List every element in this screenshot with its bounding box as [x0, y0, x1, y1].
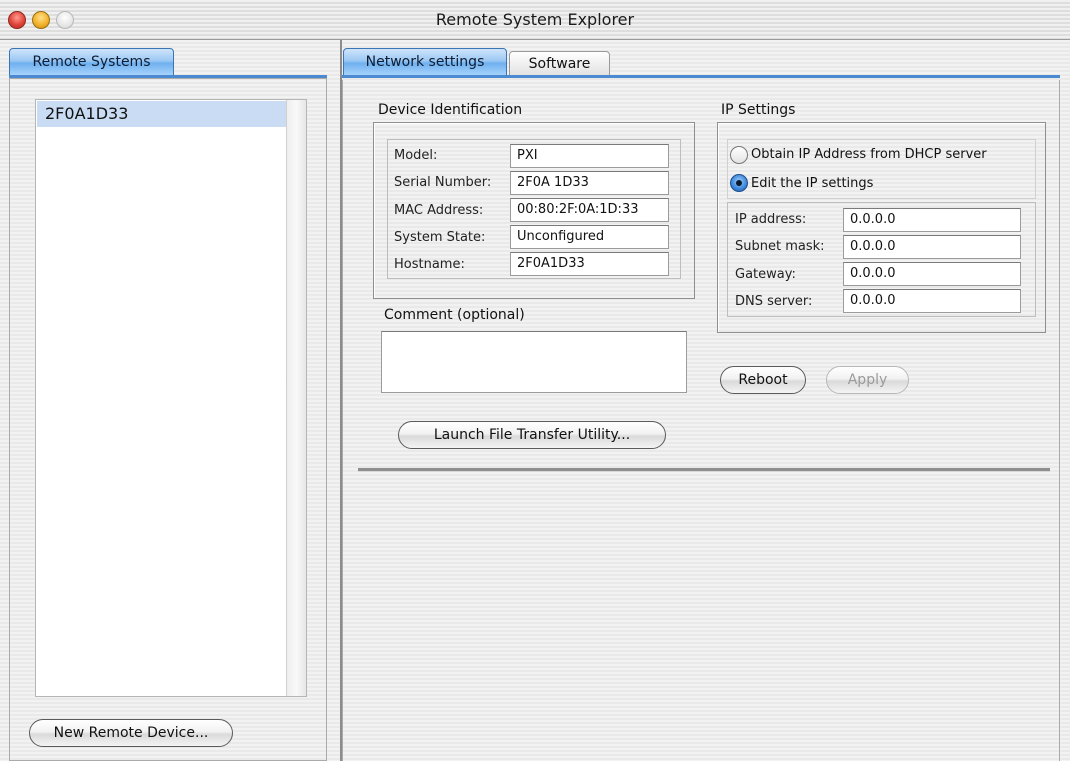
model-field[interactable]: PXI — [510, 144, 669, 168]
system-state-field[interactable]: Unconfigured — [510, 225, 669, 249]
gateway-label: Gateway: — [735, 267, 796, 282]
dns-server-label: DNS server: — [735, 294, 813, 309]
dns-server-field[interactable]: 0.0.0.0 — [843, 289, 1021, 313]
new-remote-device-button[interactable]: New Remote Device... — [29, 719, 233, 747]
tab-network-settings[interactable]: Network settings — [343, 48, 507, 76]
list-scrollbar[interactable] — [286, 100, 306, 696]
gateway-field[interactable]: 0.0.0.0 — [843, 262, 1021, 286]
comment-field[interactable] — [381, 331, 687, 393]
apply-button[interactable]: Apply — [826, 366, 909, 394]
right-tab-underline — [342, 75, 1060, 78]
dhcp-radio-label[interactable]: Obtain IP Address from DHCP server — [751, 147, 987, 162]
comment-label: Comment (optional) — [384, 307, 525, 323]
tab-remote-systems[interactable]: Remote Systems — [9, 48, 174, 76]
model-label: Model: — [394, 148, 438, 163]
hostname-field[interactable]: 2F0A1D33 — [510, 252, 669, 276]
serial-number-field[interactable]: 2F0A 1D33 — [510, 171, 669, 195]
subnet-mask-field[interactable]: 0.0.0.0 — [843, 235, 1021, 259]
content-separator — [358, 468, 1050, 472]
remote-systems-list[interactable]: 2F0A1D33 — [35, 99, 307, 697]
ip-settings-title: IP Settings — [721, 102, 796, 118]
system-state-label: System State: — [394, 230, 486, 245]
tab-software[interactable]: Software — [509, 51, 610, 76]
ip-address-label: IP address: — [735, 212, 807, 227]
ip-address-field[interactable]: 0.0.0.0 — [843, 208, 1021, 232]
mac-address-label: MAC Address: — [394, 203, 484, 218]
hostname-label: Hostname: — [394, 257, 465, 272]
device-identification-title: Device Identification — [378, 102, 523, 118]
list-item-remote-system[interactable]: 2F0A1D33 — [37, 101, 288, 127]
reboot-button[interactable]: Reboot — [720, 366, 806, 394]
mac-address-field[interactable]: 00:80:2F:0A:1D:33 — [510, 198, 669, 222]
manual-ip-radio[interactable] — [730, 174, 748, 192]
serial-number-label: Serial Number: — [394, 175, 492, 190]
window-title-bar: Remote System Explorer — [0, 0, 1070, 40]
launch-file-transfer-utility-button[interactable]: Launch File Transfer Utility... — [398, 421, 666, 449]
subnet-mask-label: Subnet mask: — [735, 239, 825, 254]
dhcp-radio[interactable] — [730, 146, 748, 164]
manual-ip-radio-label[interactable]: Edit the IP settings — [751, 176, 873, 191]
window-title: Remote System Explorer — [435, 10, 635, 29]
